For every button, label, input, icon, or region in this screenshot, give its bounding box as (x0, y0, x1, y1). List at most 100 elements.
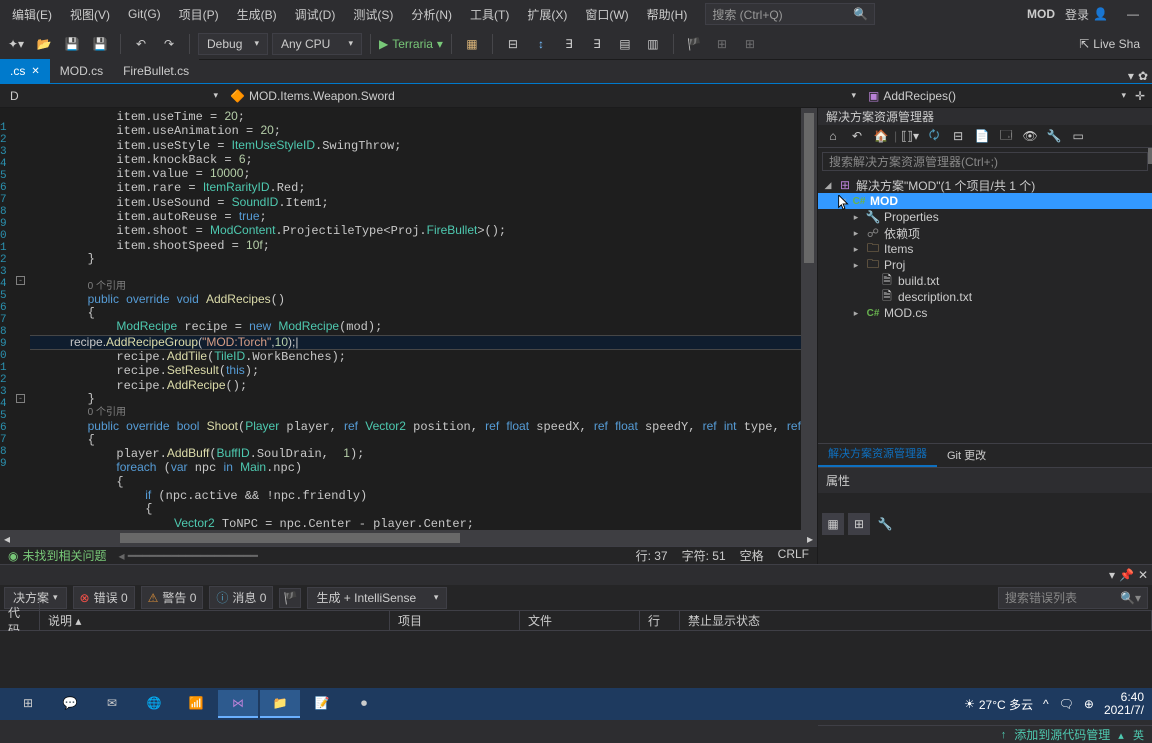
menu-test[interactable]: 测试(S) (345, 2, 401, 27)
indent-button[interactable]: ∃ (557, 32, 581, 56)
tray-icon[interactable]: 🗨 (1059, 697, 1074, 711)
comment-button[interactable]: ⊟ (501, 32, 525, 56)
task-explorer[interactable]: 📁 (260, 690, 300, 718)
task-wechat[interactable]: 💬 (50, 690, 90, 718)
tray-icon[interactable]: ⊕ (1084, 697, 1094, 711)
nav-class-dropdown[interactable]: 🔶MOD.Items.Weapon.Sword▾ (224, 89, 862, 103)
editor-body[interactable]: 12345678901234567890123456789 - - item.u… (0, 108, 817, 530)
source-control-strip[interactable]: ↑ 添加到源代码管理 ▴ 英 (818, 725, 1152, 743)
tree-description-txt[interactable]: 🗎description.txt (818, 289, 1152, 305)
task-obs[interactable]: ⏺ (344, 690, 384, 718)
el-search-input[interactable]: 搜索错误列表🔍▾ (998, 587, 1148, 609)
taskbar-weather[interactable]: ☀ 27°C 多云 (964, 696, 1033, 713)
prop-wrench-icon[interactable]: 🔧 (874, 513, 896, 535)
undo-button[interactable]: ↶ (129, 32, 153, 56)
tab-current[interactable]: .cs✕ (0, 59, 50, 83)
code-text[interactable]: item.useTime = 20; item.useAnimation = 2… (26, 108, 817, 530)
outdent-button[interactable]: ∃ (585, 32, 609, 56)
task-mail[interactable]: ✉ (92, 690, 132, 718)
tray-chevron-icon[interactable]: ^ (1043, 697, 1049, 711)
solution-tree[interactable]: ◢⊞解决方案"MOD"(1 个项目/共 1 个) ◢C#MOD ▸🔧Proper… (818, 175, 1152, 323)
outline-gutter[interactable]: - - (14, 108, 26, 530)
new-button[interactable]: ✦▾ (4, 32, 28, 56)
task-vs[interactable]: ⋈ (218, 690, 258, 718)
menu-view[interactable]: 视图(V) (62, 2, 118, 27)
tool-btn-1[interactable]: ▦ (460, 32, 484, 56)
split-icon[interactable]: ✛ (1132, 89, 1148, 103)
bookmark-button[interactable]: 🏴 (682, 32, 706, 56)
el-col-file[interactable]: 文件 (520, 610, 640, 631)
menu-debug[interactable]: 调试(D) (287, 2, 344, 27)
el-col-desc[interactable]: 说明 ▴ (40, 610, 390, 631)
back-icon[interactable]: ↶ (846, 125, 868, 147)
menu-git[interactable]: Git(G) (120, 3, 169, 25)
login-button[interactable]: 登录 👤 (1065, 6, 1108, 23)
uncomment-button[interactable]: ↕ (529, 32, 553, 56)
minimize-button[interactable]: — (1118, 7, 1148, 21)
el-build-filter-btn[interactable]: 🏴 (279, 588, 301, 608)
tree-mod-cs[interactable]: ▸C#MOD.cs (818, 305, 1152, 321)
properties-icon[interactable]: 🗔 (995, 125, 1017, 147)
el-messages-filter[interactable]: ⓘ消息 0 (209, 586, 273, 609)
solution-search-input[interactable]: 搜索解决方案资源管理器(Ctrl+;) (822, 152, 1148, 171)
config-dropdown[interactable]: Debug▾ (198, 33, 268, 55)
nav-project-dropdown[interactable]: D▾ (4, 89, 224, 103)
task-notepad[interactable]: 📝 (302, 690, 342, 718)
tab-firebullet[interactable]: FireBullet.cs (113, 59, 199, 83)
menu-extensions[interactable]: 扩展(X) (519, 2, 575, 27)
save-button[interactable]: 💾 (60, 32, 84, 56)
live-share-button[interactable]: ⇱Live Sha (1079, 37, 1148, 51)
taskbar-clock[interactable]: 6:402021/7/ (1104, 691, 1144, 717)
quick-search-input[interactable]: 搜索 (Ctrl+Q) 🔍 (705, 3, 875, 25)
menu-tools[interactable]: 工具(T) (462, 2, 517, 27)
menu-edit[interactable]: 编辑(E) (4, 2, 60, 27)
fold-icon[interactable]: - (16, 276, 25, 285)
tab-solution-explorer[interactable]: 解决方案资源管理器 (818, 441, 937, 467)
reference-lens[interactable]: 0 个引用 (88, 281, 126, 292)
tool-btn-8[interactable]: ⊞ (710, 32, 734, 56)
el-col-suppress[interactable]: 禁止显示状态 (680, 610, 1152, 631)
el-build-dropdown[interactable]: 生成 + IntelliSense ▾ (307, 587, 447, 609)
fold-icon[interactable]: - (16, 394, 25, 403)
menu-project[interactable]: 项目(P) (171, 2, 227, 27)
tree-properties[interactable]: ▸🔧Properties (818, 209, 1152, 225)
splitter-icon[interactable] (1148, 148, 1152, 164)
vertical-scrollbar[interactable] (801, 108, 817, 530)
reference-lens[interactable]: 0 个引用 (88, 407, 126, 418)
el-col-line[interactable]: 行 (640, 610, 680, 631)
platform-dropdown[interactable]: Any CPU▾ (272, 33, 362, 55)
open-button[interactable]: 📂 (32, 32, 56, 56)
el-dropdown-icon[interactable]: ▾ (1109, 568, 1115, 582)
preview-icon[interactable]: 👁 (1019, 125, 1041, 147)
tree-proj-folder[interactable]: ▸🗀Proj (818, 257, 1152, 273)
close-icon[interactable]: ✕ (31, 66, 39, 77)
tool-btn-6[interactable]: ▥ (641, 32, 665, 56)
menu-help[interactable]: 帮助(H) (639, 2, 696, 27)
task-start[interactable]: ⊞ (8, 690, 48, 718)
issues-indicator[interactable]: ◉ 未找到相关问题 (8, 547, 107, 564)
task-browser[interactable]: 🌐 (134, 690, 174, 718)
el-warnings-filter[interactable]: ⚠警告 0 (141, 586, 204, 609)
redo-button[interactable]: ↷ (157, 32, 181, 56)
tree-project[interactable]: ◢C#MOD (818, 193, 1152, 209)
start-button[interactable]: ▶ Terraria ▾ (379, 37, 443, 51)
tabs-dropdown-icon[interactable]: ▾ (1128, 69, 1134, 83)
el-errors-filter[interactable]: ⊗错误 0 (73, 586, 135, 609)
menu-build[interactable]: 生成(B) (229, 2, 285, 27)
wrench-icon[interactable]: 🔧 (1043, 125, 1065, 147)
tab-mod[interactable]: MOD.cs (50, 59, 113, 83)
nav-method-dropdown[interactable]: ▣AddRecipes()▾ (862, 89, 1132, 103)
collapse-icon[interactable]: ⊟ (947, 125, 969, 147)
prop-alpha-icon[interactable]: ⊞ (848, 513, 870, 535)
el-close-icon[interactable]: ✕ (1138, 568, 1148, 582)
horizontal-scrollbar[interactable]: ◂▸ (0, 530, 817, 546)
show-all-icon[interactable]: 📄 (971, 125, 993, 147)
menu-analyze[interactable]: 分析(N) (403, 2, 460, 27)
menu-window[interactable]: 窗口(W) (577, 2, 636, 27)
tool-btn-5[interactable]: ▤ (613, 32, 637, 56)
status-indent[interactable]: 空格 (740, 547, 764, 564)
el-col-proj[interactable]: 项目 (390, 610, 520, 631)
tabs-settings-icon[interactable]: ✿ (1138, 69, 1148, 83)
view-icon[interactable]: ▭ (1067, 125, 1089, 147)
sync-icon[interactable]: ⟦⟧▾ (899, 125, 921, 147)
